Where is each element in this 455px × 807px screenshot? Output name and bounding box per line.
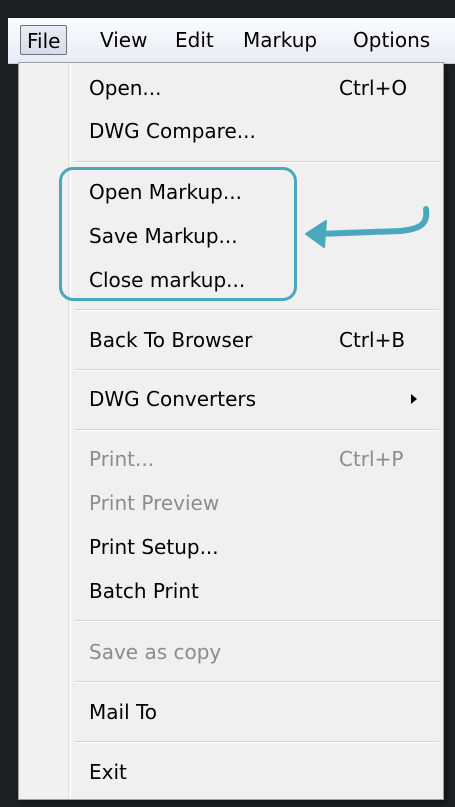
- menu-separator: [75, 741, 439, 743]
- menu-bar: File View Edit Markup Options: [8, 18, 455, 64]
- menu-markup[interactable]: Markup: [243, 25, 317, 55]
- menu-separator: [75, 369, 439, 371]
- menu-options[interactable]: Options: [353, 25, 430, 55]
- menu-item-print-preview[interactable]: Print Preview: [89, 488, 219, 518]
- menu-item-exit[interactable]: Exit: [89, 757, 127, 787]
- menu-item-back-to-browser[interactable]: Back To Browser: [89, 325, 252, 355]
- menu-separator: [75, 309, 439, 311]
- menu-separator: [75, 620, 439, 622]
- menu-item-batch-print[interactable]: Batch Print: [89, 576, 199, 606]
- menu-separator: [75, 161, 439, 163]
- menu-file[interactable]: File: [20, 25, 68, 55]
- menu-item-mail-to[interactable]: Mail To: [89, 697, 157, 727]
- menu-edit[interactable]: Edit: [175, 25, 214, 55]
- shortcut-open: Ctrl+O: [339, 76, 408, 100]
- menu-separator: [75, 429, 439, 431]
- menu-separator: [75, 681, 439, 683]
- menu-item-print[interactable]: Print...: [89, 444, 154, 474]
- shortcut-print: Ctrl+P: [339, 447, 404, 471]
- submenu-arrow-icon: [411, 394, 417, 404]
- menu-item-dwg-converters[interactable]: DWG Converters: [89, 384, 256, 414]
- markup-highlight-box: [59, 167, 297, 301]
- menu-item-save-as-copy[interactable]: Save as copy: [89, 637, 221, 667]
- callout-arrow-icon: [305, 206, 430, 248]
- menu-item-dwg-compare[interactable]: DWG Compare...: [89, 116, 256, 146]
- menu-item-open[interactable]: Open...: [89, 73, 162, 103]
- menu-view[interactable]: View: [100, 25, 147, 55]
- menu-item-print-setup[interactable]: Print Setup...: [89, 532, 219, 562]
- shortcut-back-to-browser: Ctrl+B: [339, 328, 406, 352]
